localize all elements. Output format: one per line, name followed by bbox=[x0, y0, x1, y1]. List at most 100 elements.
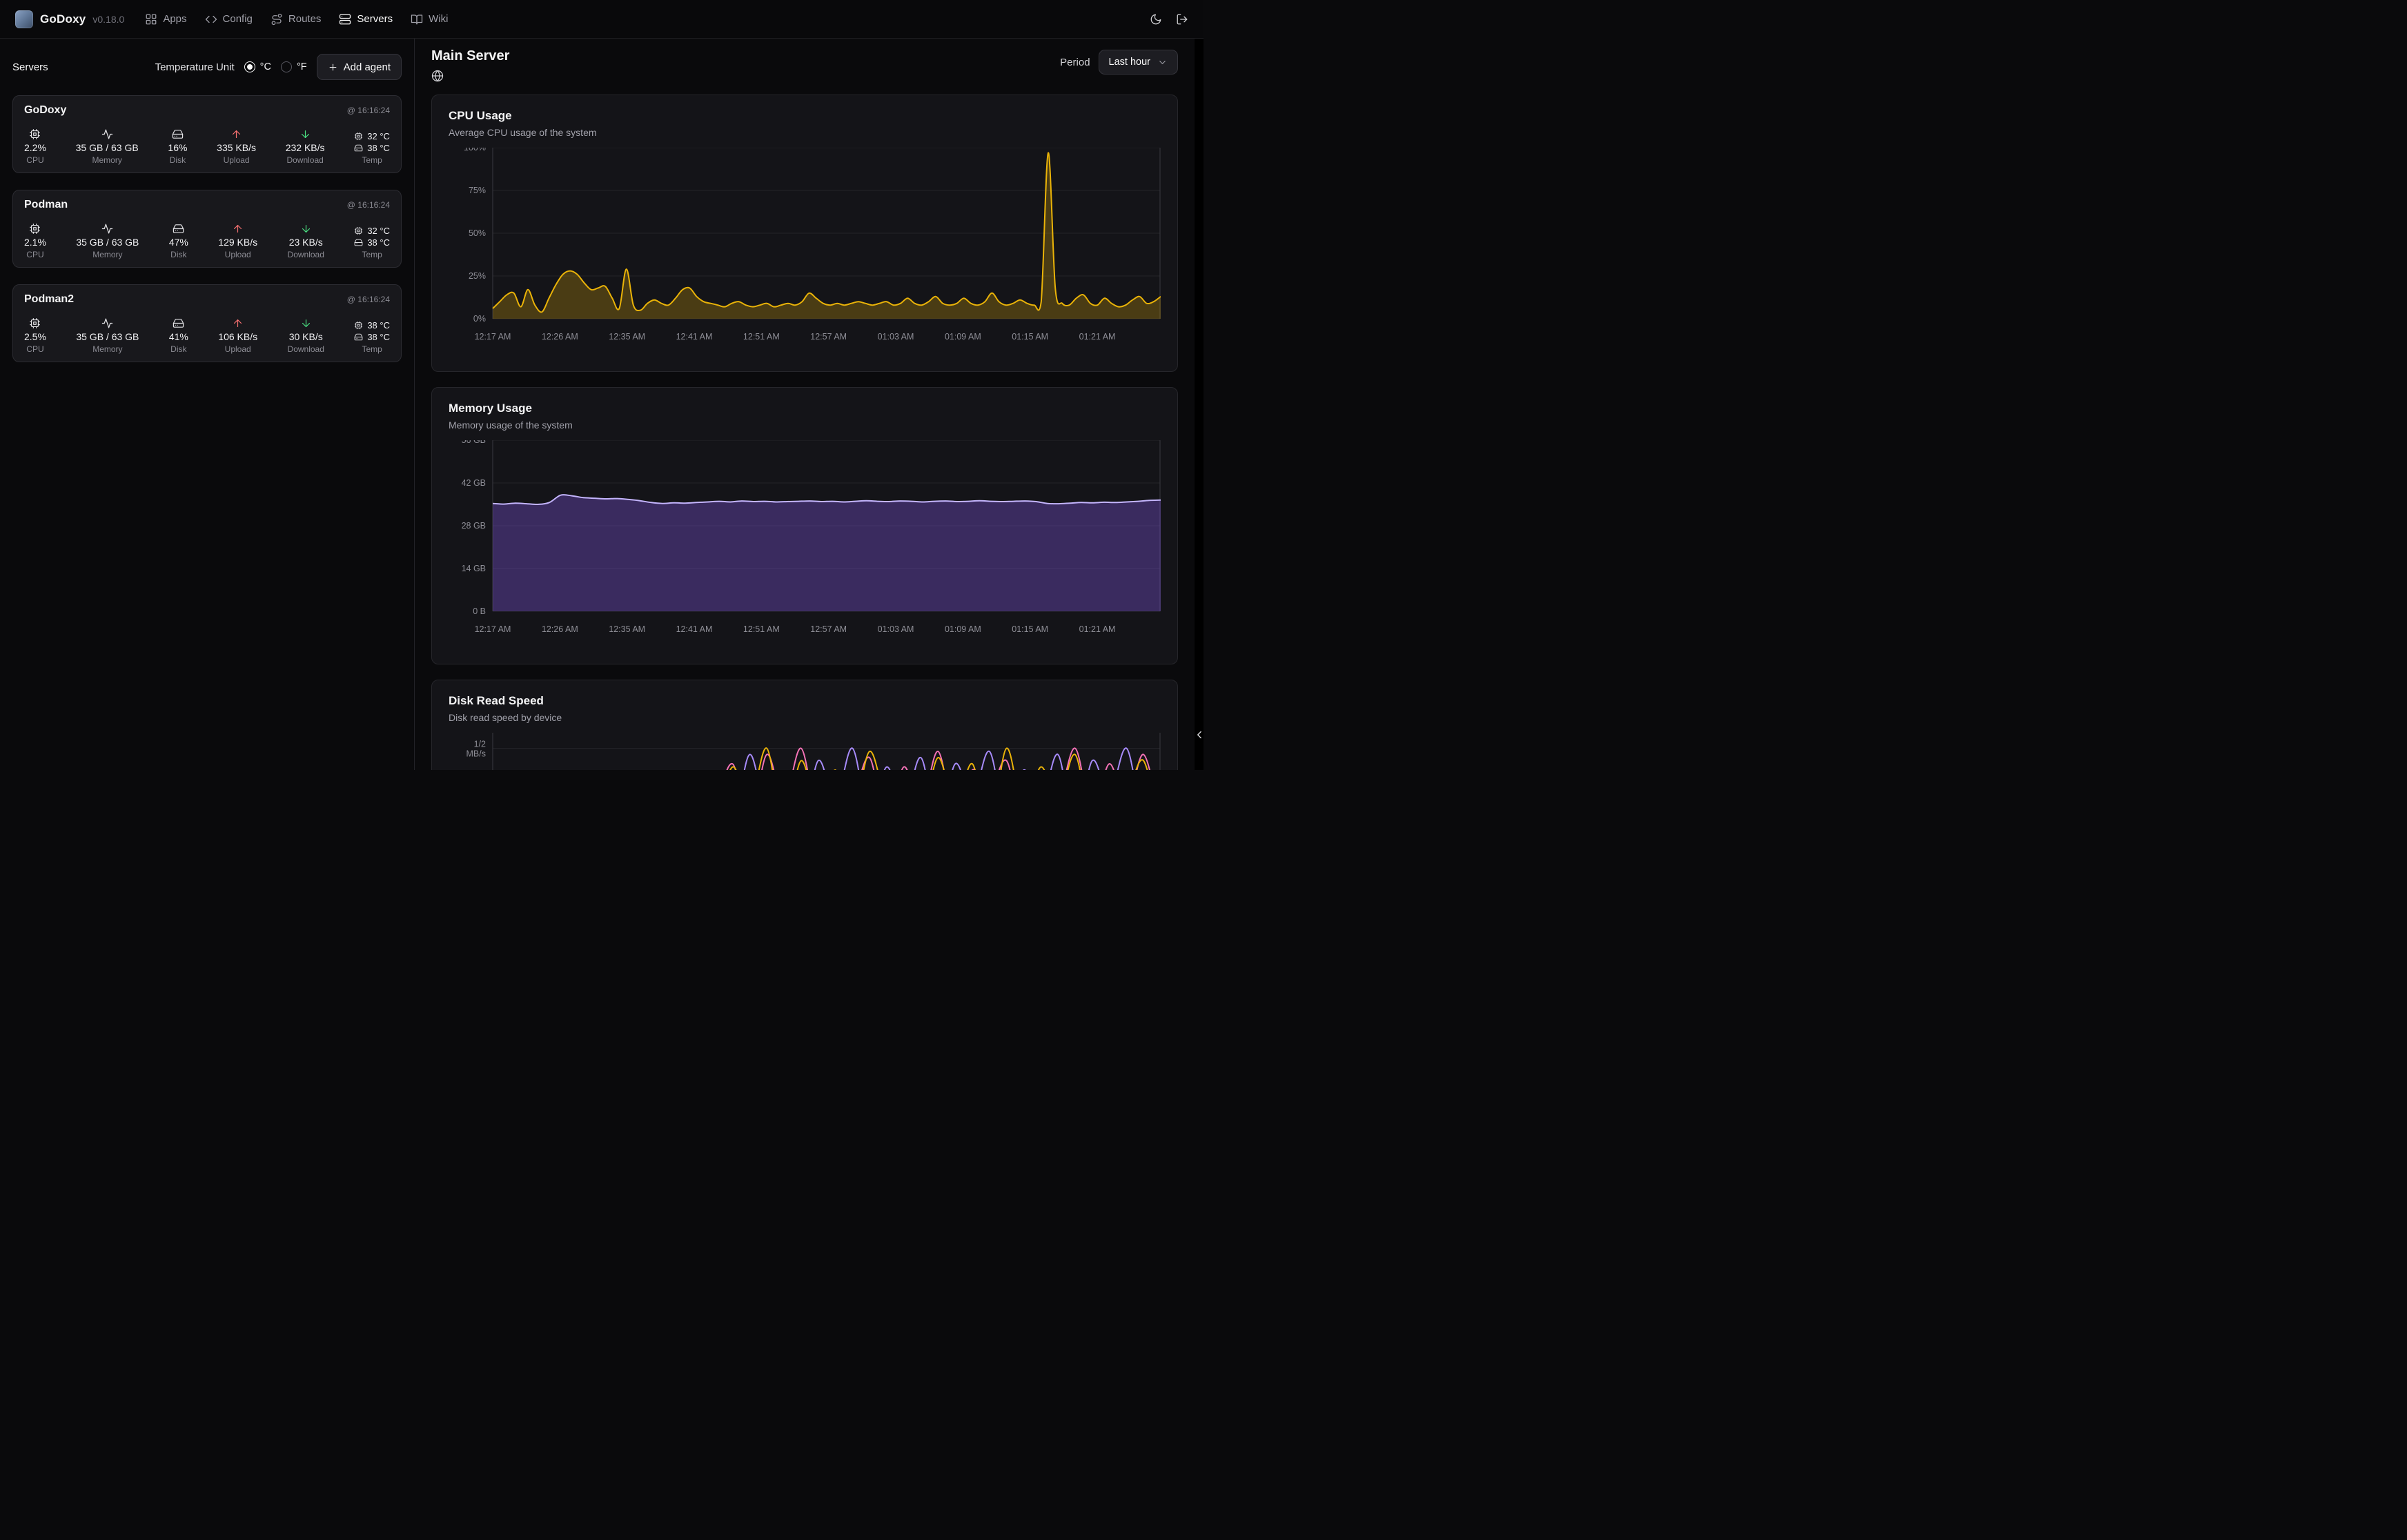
svg-text:01:21 AM: 01:21 AM bbox=[1079, 332, 1116, 342]
temp-label: Temp bbox=[362, 250, 382, 259]
upload-arrow-icon bbox=[232, 317, 244, 329]
stat-memory: 35 GB / 63 GB Memory bbox=[76, 219, 139, 259]
stat-memory: 35 GB / 63 GB Memory bbox=[76, 314, 139, 354]
upload-label: Upload bbox=[225, 250, 251, 259]
cpu-temp-icon bbox=[354, 132, 363, 141]
add-agent-button[interactable]: Add agent bbox=[317, 54, 402, 80]
svg-text:12:41 AM: 12:41 AM bbox=[676, 624, 713, 634]
nav-item-label: Servers bbox=[357, 13, 393, 25]
cpu-temp-value: 32 °C bbox=[367, 226, 390, 236]
svg-text:01:21 AM: 01:21 AM bbox=[1079, 624, 1116, 634]
memory-chart-title: Memory Usage bbox=[449, 402, 1161, 415]
collapse-chevron-left-icon[interactable] bbox=[1193, 729, 1206, 741]
stat-cpu: 2.5% CPU bbox=[24, 314, 46, 354]
stat-cpu: 2.2% CPU bbox=[24, 125, 46, 165]
server-last-update: @ 16:16:24 bbox=[347, 295, 390, 304]
nav-item-config[interactable]: Config bbox=[205, 13, 253, 26]
svg-text:75%: 75% bbox=[469, 186, 486, 195]
svg-text:01:03 AM: 01:03 AM bbox=[878, 332, 914, 342]
svg-text:12:26 AM: 12:26 AM bbox=[542, 624, 578, 634]
download-arrow-icon bbox=[300, 317, 312, 329]
upload-value: 129 KB/s bbox=[218, 237, 257, 248]
cpu-chart-subtitle: Average CPU usage of the system bbox=[449, 127, 1161, 138]
upload-arrow-icon bbox=[230, 128, 242, 140]
globe-icon[interactable] bbox=[431, 70, 444, 82]
nav-item-wiki[interactable]: Wiki bbox=[411, 13, 448, 26]
disk-read-speed-card: Disk Read Speed Disk read speed by devic… bbox=[431, 680, 1178, 770]
nav-item-apps[interactable]: Apps bbox=[145, 13, 186, 26]
logout-button[interactable] bbox=[1176, 13, 1188, 26]
cpu-usage-card: CPU Usage Average CPU usage of the syste… bbox=[431, 95, 1178, 372]
svg-text:12:51 AM: 12:51 AM bbox=[743, 624, 780, 634]
svg-text:100%: 100% bbox=[464, 148, 486, 152]
servers-sidebar: Servers Temperature Unit °C °F Add agent bbox=[0, 39, 415, 770]
download-arrow-icon bbox=[300, 223, 312, 235]
svg-text:1/2MB/s: 1/2MB/s bbox=[466, 740, 487, 759]
nav-item-label: Config bbox=[223, 13, 253, 25]
stat-download: 232 KB/s Download bbox=[286, 125, 325, 165]
celsius-radio[interactable]: °C bbox=[244, 61, 271, 72]
temp-label: Temp bbox=[362, 155, 382, 165]
period-label: Period bbox=[1060, 57, 1090, 68]
upload-label: Upload bbox=[224, 155, 250, 165]
stat-download: 30 KB/s Download bbox=[288, 314, 324, 354]
nav-item-routes[interactable]: Routes bbox=[271, 13, 322, 26]
svg-text:50%: 50% bbox=[469, 228, 486, 238]
server-card-podman[interactable]: Podman @ 16:16:24 2.1% CPU 35 GB / 63 GB… bbox=[12, 190, 402, 268]
svg-text:28 GB: 28 GB bbox=[462, 521, 486, 531]
stat-download: 23 KB/s Download bbox=[288, 219, 324, 259]
add-agent-label: Add agent bbox=[344, 61, 391, 73]
svg-text:12:35 AM: 12:35 AM bbox=[609, 624, 645, 634]
logout-icon bbox=[1176, 13, 1188, 26]
cpu-value: 2.2% bbox=[24, 142, 46, 153]
right-edge-strip bbox=[1195, 39, 1204, 770]
temp-label: Temp bbox=[362, 344, 382, 354]
download-value: 23 KB/s bbox=[289, 237, 323, 248]
cpu-temp-icon bbox=[354, 321, 363, 330]
fahrenheit-radio[interactable]: °F bbox=[281, 61, 307, 72]
memory-value: 35 GB / 63 GB bbox=[76, 142, 139, 153]
download-value: 30 KB/s bbox=[289, 331, 323, 342]
period-select[interactable]: Last hour bbox=[1099, 50, 1178, 75]
memory-usage-chart: 0 B14 GB28 GB42 GB56 GB12:17 AM12:26 AM1… bbox=[449, 440, 1161, 651]
brand-name: GoDoxy bbox=[40, 12, 86, 26]
cpu-chip-icon bbox=[29, 317, 41, 329]
upload-value: 106 KB/s bbox=[218, 331, 257, 342]
disk-temp-value: 38 °C bbox=[367, 143, 390, 153]
cpu-temp-value: 32 °C bbox=[367, 131, 390, 141]
radio-circle bbox=[281, 61, 292, 72]
server-card-godoxy[interactable]: GoDoxy @ 16:16:24 2.2% CPU 35 GB / 63 GB… bbox=[12, 95, 402, 173]
cpu-value: 2.1% bbox=[24, 237, 46, 248]
upload-arrow-icon bbox=[232, 223, 244, 235]
server-name: Podman bbox=[24, 199, 68, 211]
disk-chart-subtitle: Disk read speed by device bbox=[449, 712, 1161, 723]
disk-temp-icon bbox=[354, 333, 363, 342]
disk-value: 16% bbox=[168, 142, 187, 153]
nav-item-servers[interactable]: Servers bbox=[339, 13, 393, 26]
svg-text:0 B: 0 B bbox=[473, 606, 486, 616]
server-last-update: @ 16:16:24 bbox=[347, 200, 390, 210]
svg-text:12:26 AM: 12:26 AM bbox=[542, 332, 578, 342]
svg-text:01:03 AM: 01:03 AM bbox=[878, 624, 914, 634]
apps-grid-icon bbox=[145, 13, 157, 26]
stat-upload: 106 KB/s Upload bbox=[218, 314, 257, 354]
stat-memory: 35 GB / 63 GB Memory bbox=[76, 125, 139, 165]
activity-icon bbox=[101, 128, 113, 140]
hard-drive-icon bbox=[173, 317, 184, 329]
cpu-chip-icon bbox=[29, 223, 41, 235]
code-icon bbox=[205, 13, 217, 26]
svg-text:01:09 AM: 01:09 AM bbox=[945, 332, 981, 342]
radio-selected-dot bbox=[244, 61, 255, 72]
server-last-update: @ 16:16:24 bbox=[347, 106, 390, 115]
cpu-value: 2.5% bbox=[24, 331, 46, 342]
disk-value: 41% bbox=[169, 331, 188, 342]
server-card-list: GoDoxy @ 16:16:24 2.2% CPU 35 GB / 63 GB… bbox=[12, 95, 402, 362]
page-title: Main Server bbox=[431, 48, 509, 64]
svg-text:56 GB: 56 GB bbox=[462, 440, 486, 445]
route-icon bbox=[271, 13, 283, 26]
theme-toggle-button[interactable] bbox=[1150, 13, 1162, 26]
svg-text:01:15 AM: 01:15 AM bbox=[1012, 332, 1048, 342]
server-card-podman2[interactable]: Podman2 @ 16:16:24 2.5% CPU 35 GB / 63 G… bbox=[12, 284, 402, 362]
nav-item-label: Wiki bbox=[429, 13, 448, 25]
server-name: Podman2 bbox=[24, 293, 74, 306]
